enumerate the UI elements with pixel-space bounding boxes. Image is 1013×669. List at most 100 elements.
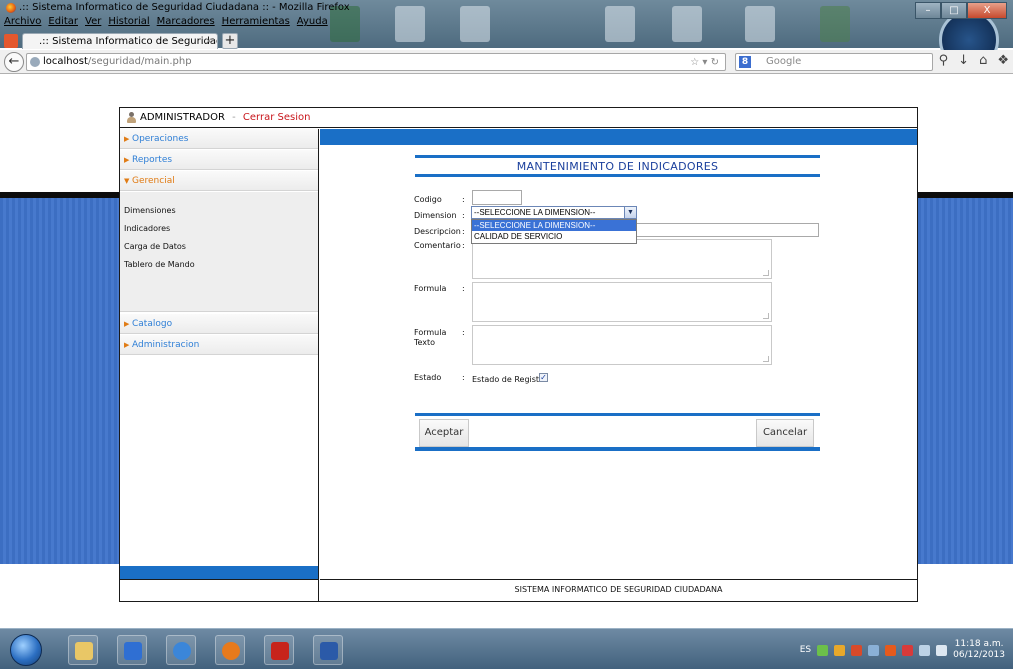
acrobat-taskbar-icon[interactable] (264, 635, 294, 665)
start-button[interactable] (10, 634, 42, 666)
aceptar-button[interactable]: Aceptar (419, 419, 469, 447)
sidebar: ▶ Operaciones ▶ Reportes ▼ Gerencial Dim… (120, 129, 319, 601)
desktop-icon (395, 6, 425, 42)
descripcion-label: Descripcion (414, 227, 461, 236)
google-engine-icon[interactable]: 8 (739, 56, 751, 68)
formula-texto-label-2: Texto (414, 338, 436, 347)
dimension-options-list: --SELECCIONE LA DIMENSION-- CALIDAD DE S… (471, 219, 637, 244)
desktop-icon (672, 6, 702, 42)
colon: : (462, 241, 465, 250)
sidebar-item-catalogo[interactable]: ▶ Catalogo (120, 314, 318, 334)
menu-bar: Archivo Editar Ver Historial Marcadores … (0, 16, 328, 32)
menu-editar[interactable]: Editar (48, 16, 78, 32)
sidebar-footer (120, 579, 319, 601)
codigo-label: Codigo (414, 195, 442, 204)
tray-app-icon[interactable] (834, 644, 846, 656)
codigo-field[interactable] (472, 190, 522, 205)
chevron-down-icon[interactable]: ▼ (624, 207, 636, 218)
desktop-icon (605, 6, 635, 42)
search-bar[interactable]: 8 Google (735, 53, 933, 71)
form-title: MANTENIMIENTO DE INDICADORES (415, 155, 820, 177)
toolbar-icons: ⚲ ↓ ⌂ ❖ (939, 53, 1009, 68)
logout-link[interactable]: Cerrar Sesion (243, 112, 311, 123)
minimize-button[interactable]: – (915, 2, 941, 19)
submenu-carga-de-datos[interactable]: Carga de Datos (124, 242, 186, 251)
menu-historial[interactable]: Historial (108, 16, 149, 32)
desktop-icon (820, 6, 850, 42)
sidebar-item-label: Reportes (132, 155, 173, 165)
gerencial-submenu: Dimensiones Indicadores Carga de Datos T… (120, 192, 318, 312)
browser-tab[interactable]: .:: Sistema Informatico de Seguridad ...… (22, 33, 218, 49)
close-window-button[interactable]: X (967, 2, 1007, 19)
dimension-option[interactable]: --SELECCIONE LA DIMENSION-- (472, 220, 636, 231)
formula-textarea[interactable] (472, 282, 772, 322)
back-button[interactable]: ← (4, 52, 24, 72)
menu-marcadores[interactable]: Marcadores (157, 16, 215, 32)
volume-icon[interactable] (936, 644, 948, 656)
menu-ver[interactable]: Ver (85, 16, 101, 32)
tab-groups-icon[interactable] (4, 34, 18, 48)
maximize-button[interactable]: □ (941, 2, 967, 19)
dimension-option[interactable]: CALIDAD DE SERVICIO (472, 231, 636, 242)
estado-registro-label: Estado de Registro (472, 375, 548, 384)
download-icon[interactable]: ↓ (958, 53, 969, 68)
tab-title: .:: Sistema Informatico de Seguridad ... (39, 36, 218, 47)
formula-texto-textarea[interactable] (472, 325, 772, 365)
explorer-taskbar-icon[interactable] (68, 635, 98, 665)
submenu-dimensiones[interactable]: Dimensiones (124, 206, 176, 215)
network-icon[interactable] (919, 644, 931, 656)
media-player-taskbar-icon[interactable] (117, 635, 147, 665)
internet-explorer-taskbar-icon[interactable] (166, 635, 196, 665)
colon: : (462, 211, 465, 220)
url-tools-icons[interactable]: ☆ ▾ ↻ (690, 55, 719, 71)
tab-close-icon[interactable]: × (205, 34, 213, 49)
colon: : (462, 373, 465, 382)
app-header: ADMINISTRADOR - Cerrar Sesion (120, 108, 917, 128)
submenu-tablero-de-mando[interactable]: Tablero de Mando (124, 260, 195, 269)
estado-checkbox[interactable]: ✓ (539, 373, 548, 382)
colon: : (462, 284, 465, 293)
tray-flag-icon[interactable] (902, 644, 914, 656)
cancelar-button[interactable]: Cancelar (756, 419, 814, 447)
tray-app-icon[interactable] (851, 644, 863, 656)
home-icon[interactable]: ⌂ (979, 53, 987, 68)
tray-app-icon[interactable] (868, 644, 880, 656)
firefox-taskbar-icon[interactable] (215, 635, 245, 665)
sidebar-item-operaciones[interactable]: ▶ Operaciones (120, 129, 318, 149)
sidebar-item-reportes[interactable]: ▶ Reportes (120, 150, 318, 170)
url-bar[interactable]: localhost/seguridad/main.php ☆ ▾ ↻ (26, 53, 726, 71)
sidebar-item-administracion[interactable]: ▶ Administracion (120, 335, 318, 355)
menu-herramientas[interactable]: Herramientas (222, 16, 290, 32)
sidebar-item-label: Operaciones (132, 134, 189, 144)
clock-date: 06/12/2013 (953, 650, 1005, 660)
dimension-label: Dimension (414, 211, 457, 220)
addon-icon[interactable]: ❖ (997, 53, 1009, 68)
submenu-indicadores[interactable]: Indicadores (124, 224, 170, 233)
system-clock[interactable]: 11:18 a.m. 06/12/2013 (953, 639, 1005, 661)
system-tray: ES 11:18 a.m. 06/12/2013 (800, 633, 1005, 667)
url-path: /seguridad/main.php (87, 56, 192, 67)
comentario-textarea[interactable] (472, 239, 772, 279)
new-tab-button[interactable]: + (222, 33, 238, 49)
sidebar-item-label: Gerencial (132, 176, 175, 186)
dimension-select[interactable]: --SELECCIONE LA DIMENSION-- ▼ (471, 206, 637, 219)
menu-ayuda[interactable]: Ayuda (297, 16, 328, 32)
navigation-bar: ← localhost/seguridad/main.php ☆ ▾ ↻ 8 G… (0, 50, 1013, 74)
site-identity-icon[interactable] (30, 57, 40, 67)
window-title-text: .:: Sistema Informatico de Seguridad Ciu… (19, 2, 350, 13)
clock-time: 11:18 a.m. (954, 639, 1004, 649)
tray-app-icon[interactable] (885, 644, 897, 656)
search-icon[interactable]: ⚲ (939, 53, 949, 68)
tab-strip: .:: Sistema Informatico de Seguridad ...… (0, 32, 300, 50)
language-indicator[interactable]: ES (800, 645, 811, 655)
chevron-down-icon: ▼ (124, 177, 130, 185)
chevron-right-icon: ▶ (124, 341, 130, 349)
sidebar-item-gerencial[interactable]: ▼ Gerencial (120, 171, 318, 191)
tray-app-icon[interactable] (817, 644, 829, 656)
chevron-right-icon: ▶ (124, 320, 130, 328)
desktop-icon (745, 6, 775, 42)
sidebar-item-label: Catalogo (132, 319, 173, 329)
app-footer: SISTEMA INFORMATICO DE SEGURIDAD CIUDADA… (320, 579, 917, 601)
menu-archivo[interactable]: Archivo (4, 16, 41, 32)
word-taskbar-icon[interactable] (313, 635, 343, 665)
